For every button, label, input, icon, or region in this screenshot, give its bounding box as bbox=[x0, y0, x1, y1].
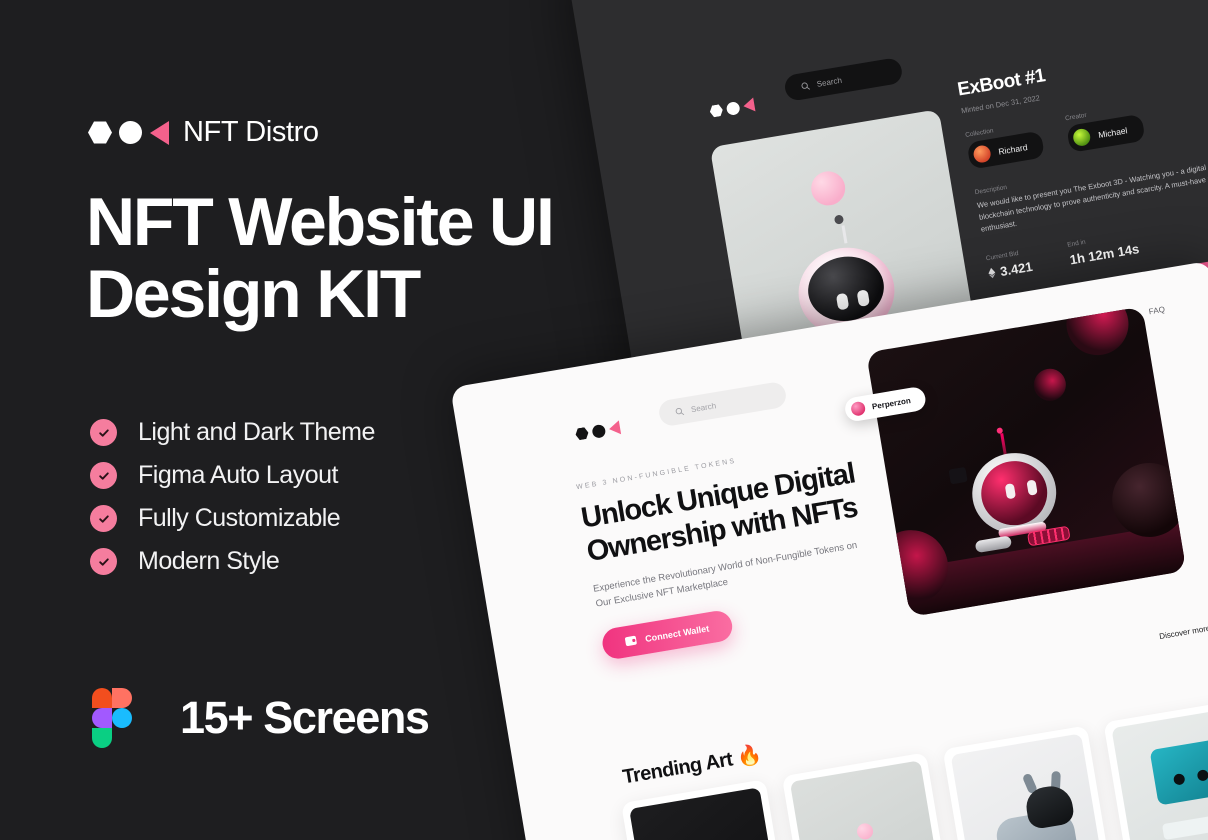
list-item: Light and Dark Theme bbox=[90, 418, 375, 447]
brand-logo bbox=[88, 120, 169, 145]
brand-lockup: NFT Distro bbox=[88, 116, 319, 149]
feature-label: Light and Dark Theme bbox=[138, 418, 375, 446]
hexagon-icon bbox=[88, 121, 112, 144]
search-icon bbox=[801, 82, 810, 90]
search-placeholder: Search bbox=[690, 400, 717, 414]
nft-card-pink-robot[interactable] bbox=[781, 752, 954, 840]
feature-label: Modern Style bbox=[138, 547, 280, 575]
current-bid-group: Current Bid 3.421 bbox=[985, 248, 1033, 281]
avatar bbox=[850, 400, 867, 417]
list-item: Modern Style bbox=[90, 547, 375, 576]
creator-name: Michael bbox=[1097, 124, 1129, 140]
feature-label: Fully Customizable bbox=[138, 504, 341, 532]
dark-mockup-search-input[interactable]: Search bbox=[783, 56, 904, 102]
nft-card-dark[interactable] bbox=[621, 779, 794, 840]
triangle-icon bbox=[150, 120, 169, 145]
nft-card-robot-dog[interactable] bbox=[942, 725, 1115, 840]
search-icon bbox=[675, 407, 685, 415]
check-icon bbox=[90, 548, 117, 575]
nft-artwork-dark-robot bbox=[866, 306, 1187, 617]
light-mockup-logo bbox=[574, 420, 622, 441]
page-title: NFT Website UI Design KIT bbox=[86, 184, 555, 332]
circle-icon bbox=[725, 100, 741, 116]
screens-count-row: 15+ Screens bbox=[92, 688, 430, 748]
figma-logo-icon bbox=[92, 688, 132, 748]
nft-card-teal-robot[interactable] bbox=[1103, 698, 1208, 840]
current-bid-value-row: 3.421 bbox=[987, 258, 1034, 281]
screens-count-label: 15+ Screens bbox=[180, 692, 430, 743]
current-bid-value: 3.421 bbox=[999, 258, 1034, 280]
check-icon bbox=[90, 462, 117, 489]
connect-wallet-button[interactable]: Connect Wallet bbox=[600, 608, 735, 661]
collection-group: Collection Richard bbox=[965, 120, 1046, 170]
hexagon-icon bbox=[575, 426, 590, 441]
hexagon-icon bbox=[709, 103, 724, 118]
circle-icon bbox=[591, 423, 607, 439]
connect-wallet-label: Connect Wallet bbox=[644, 622, 710, 644]
light-mockup-search-input[interactable]: Search bbox=[657, 380, 788, 428]
end-in-group: End in 1h 12m 14s bbox=[1067, 230, 1140, 268]
check-icon bbox=[90, 419, 117, 446]
wallet-icon bbox=[624, 635, 638, 647]
feature-list: Light and Dark Theme Figma Auto Layout F… bbox=[90, 418, 375, 576]
collection-name: Richard bbox=[997, 141, 1029, 157]
circle-icon bbox=[119, 121, 142, 144]
dark-mockup-logo bbox=[709, 97, 756, 119]
creator-group: Creator Michael bbox=[1065, 103, 1146, 153]
brand-name: NFT Distro bbox=[183, 116, 319, 148]
creator-badge-name: Perperzon bbox=[871, 395, 912, 411]
triangle-icon bbox=[607, 420, 622, 437]
check-icon bbox=[90, 505, 117, 532]
list-item: Fully Customizable bbox=[90, 504, 375, 533]
feature-label: Figma Auto Layout bbox=[138, 461, 338, 489]
ethereum-icon bbox=[988, 267, 996, 279]
avatar bbox=[1072, 127, 1092, 148]
light-theme-mockup: Explore Trending🔥 FAQ Search WEB 3 NON-F… bbox=[450, 260, 1208, 840]
discover-more-link[interactable]: Discover more bbox=[1159, 624, 1208, 641]
left-promo-panel: NFT Distro NFT Website UI Design KIT Lig… bbox=[0, 0, 560, 840]
search-placeholder: Search bbox=[816, 75, 843, 89]
list-item: Figma Auto Layout bbox=[90, 461, 375, 490]
hero-section: WEB 3 NON-FUNGIBLE TOKENS Unlock Unique … bbox=[576, 435, 901, 661]
avatar bbox=[972, 144, 992, 164]
triangle-icon bbox=[742, 97, 756, 114]
nav-item-faq[interactable]: FAQ bbox=[1148, 305, 1166, 317]
